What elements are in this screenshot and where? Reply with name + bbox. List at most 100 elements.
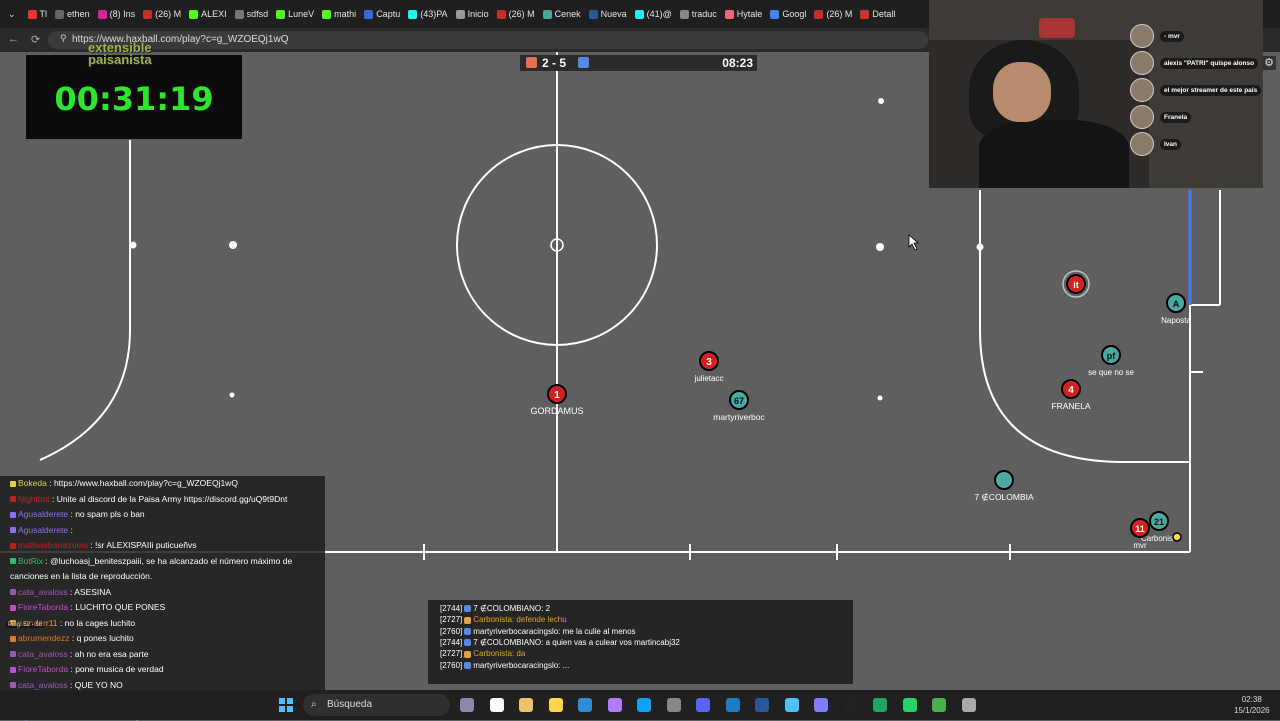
browser-tab[interactable]: Inicio (452, 0, 493, 28)
taskbar-app-icon[interactable] (932, 698, 946, 712)
chat-username[interactable]: Bokeda (18, 478, 47, 488)
taskbar-app-icon[interactable] (784, 698, 799, 712)
badge-icon (10, 480, 16, 487)
taskbar-app-icon[interactable] (961, 698, 976, 712)
player-blue-goalkeeper: A Naposta (1161, 293, 1191, 325)
player-number: it (1073, 280, 1079, 290)
chat-username[interactable]: Agusalderete (18, 509, 68, 519)
search-label: Búsqueda (327, 699, 373, 710)
avatar (1130, 78, 1154, 102)
taskbar-app-icon[interactable] (489, 698, 504, 712)
chat-username[interactable]: cata_avaloss (18, 649, 68, 659)
taskbar-app-icon[interactable] (696, 698, 710, 712)
browser-tab[interactable]: Detall (856, 0, 899, 28)
chat-text: !sr ALEXISPAIIi puticueñvs (95, 540, 197, 550)
tab-favicon-icon (542, 9, 552, 19)
chat-username[interactable]: Agusalderete (18, 525, 68, 535)
chat-username[interactable]: FioreTaborda (18, 602, 68, 612)
browser-tab[interactable]: ALEXI (185, 0, 231, 28)
player-name: martyriverboc (713, 412, 765, 422)
game-chat-text: 7 ∉COLOMBIANO: a quien vas a culear vos … (473, 637, 680, 647)
taskbar-app-icon[interactable] (548, 698, 563, 712)
stream-timer: 00:31:19 (54, 80, 214, 118)
browser-tab[interactable]: (26) M (139, 0, 185, 28)
player-red-11: 11 mvr (1130, 518, 1150, 550)
chat-message: Nightbot : Unite al discord de la Paisa … (10, 494, 287, 504)
browser-tab[interactable]: (43)PA (404, 0, 451, 28)
browser-tab[interactable]: Googl (766, 0, 810, 28)
clock-date: 15/1/2026 (1234, 706, 1270, 715)
browser-tab[interactable]: Captu (360, 0, 404, 28)
browser-tab[interactable]: traduc (676, 0, 721, 28)
browser-tab[interactable]: Hytale (721, 0, 767, 28)
chat-username[interactable]: FioreTaborda (18, 664, 68, 674)
tab-list-button[interactable]: ⌄ (0, 0, 24, 28)
tab-label: (8) Ins (109, 9, 136, 19)
taskbar-app-icon[interactable] (873, 698, 887, 712)
player-red-4: 4 FRANELA (1051, 379, 1091, 411)
chat-message: abrumendezz : q pones luchito (10, 633, 134, 643)
badge-icon (10, 666, 16, 673)
browser-tab[interactable]: sdfsd (231, 0, 273, 28)
back-icon[interactable]: ← (8, 33, 19, 46)
chat-username[interactable]: cata_avaloss (18, 680, 68, 690)
taskbar-app-icon[interactable] (637, 698, 651, 712)
player-name: Naposta (1161, 316, 1191, 325)
tab-favicon-icon (189, 9, 199, 19)
tab-favicon-icon (55, 9, 65, 19)
taskbar-clock[interactable]: 02:38 15/1/2026 (1234, 694, 1270, 716)
taskbar-app-icon[interactable] (578, 698, 592, 712)
browser-tab[interactable]: (8) Ins (94, 0, 140, 28)
reload-icon[interactable]: ⟳ (31, 33, 40, 46)
game-chat-text: martyriverbocaracingslo: ... (473, 660, 570, 670)
chat-text: no la cages luchito (64, 617, 136, 628)
chat-username[interactable]: abrumendezz (18, 633, 70, 643)
chat-text: ASESINA (74, 586, 112, 597)
browser-tab[interactable]: (41)@ (631, 0, 676, 28)
chat-text: canciones en la lista de reproducción. (10, 571, 153, 581)
player-id: 2760 (442, 626, 461, 636)
player-id: 2744 (442, 604, 461, 613)
taskbar-app-icon[interactable] (607, 698, 622, 712)
taskbar-app-icon[interactable] (666, 698, 681, 712)
browser-tab[interactable]: Cenek (539, 0, 585, 28)
blue-team-icon (578, 57, 589, 68)
webcam-user-3: el mejor streamer de este país (1130, 78, 1262, 102)
chat-text: q pones luchito (76, 633, 134, 643)
browser-tab[interactable]: (26) M (493, 0, 539, 28)
browser-tab[interactable]: ethen (51, 0, 94, 28)
browser-tab[interactable]: Tl (24, 0, 52, 28)
search-icon: ⌕ (311, 699, 317, 710)
tab-favicon-icon (814, 9, 824, 19)
taskbar-app-icon[interactable] (843, 698, 858, 712)
taskbar-app-icon[interactable] (460, 698, 474, 712)
chat-username[interactable]: Nightbot (18, 494, 50, 504)
chat-username[interactable]: cata_avaloss (18, 587, 68, 597)
right-penalty-arc (979, 190, 1190, 463)
start-icon[interactable] (279, 698, 293, 712)
chat-username[interactable]: BotRix (18, 556, 43, 566)
player-number: 4 (1068, 385, 1074, 396)
chat-message: BotRix : @luchoasj_beniteszpaiii, se ha … (10, 556, 292, 566)
url-input[interactable]: https://www.haxball.com/play?c=g_WZOEQj1… (48, 31, 928, 49)
webcam-user-1: - mvr (1130, 24, 1184, 48)
player-name: GORDAMUS (530, 406, 583, 416)
chat-text: no spam pls o ban (75, 509, 145, 519)
red-team-icon (526, 57, 537, 68)
browser-tab[interactable]: Nueva (585, 0, 631, 28)
chat-username[interactable]: mathiasbarrezuela (18, 540, 88, 550)
settings-gear-icon[interactable]: ⚙ (1262, 56, 1276, 70)
player-name: FRANELA (1051, 401, 1091, 411)
taskbar-app-icon[interactable] (902, 698, 917, 712)
browser-tab[interactable]: (26) M (810, 0, 856, 28)
taskbar-search[interactable]: ⌕ Búsqueda (303, 694, 450, 716)
taskbar-app-icon[interactable] (755, 698, 769, 712)
browser-tab[interactable]: LuneV (272, 0, 318, 28)
taskbar-app-icon[interactable] (519, 698, 533, 712)
chat-text: Unite al discord de la Paisa Army https:… (56, 493, 288, 504)
tab-favicon-icon (588, 9, 598, 19)
taskbar-app-icon[interactable] (725, 698, 740, 712)
browser-tab[interactable]: mathi (318, 0, 360, 28)
taskbar-app-icon[interactable] (814, 698, 828, 712)
site-info-icon[interactable]: ⚲ (60, 33, 67, 44)
